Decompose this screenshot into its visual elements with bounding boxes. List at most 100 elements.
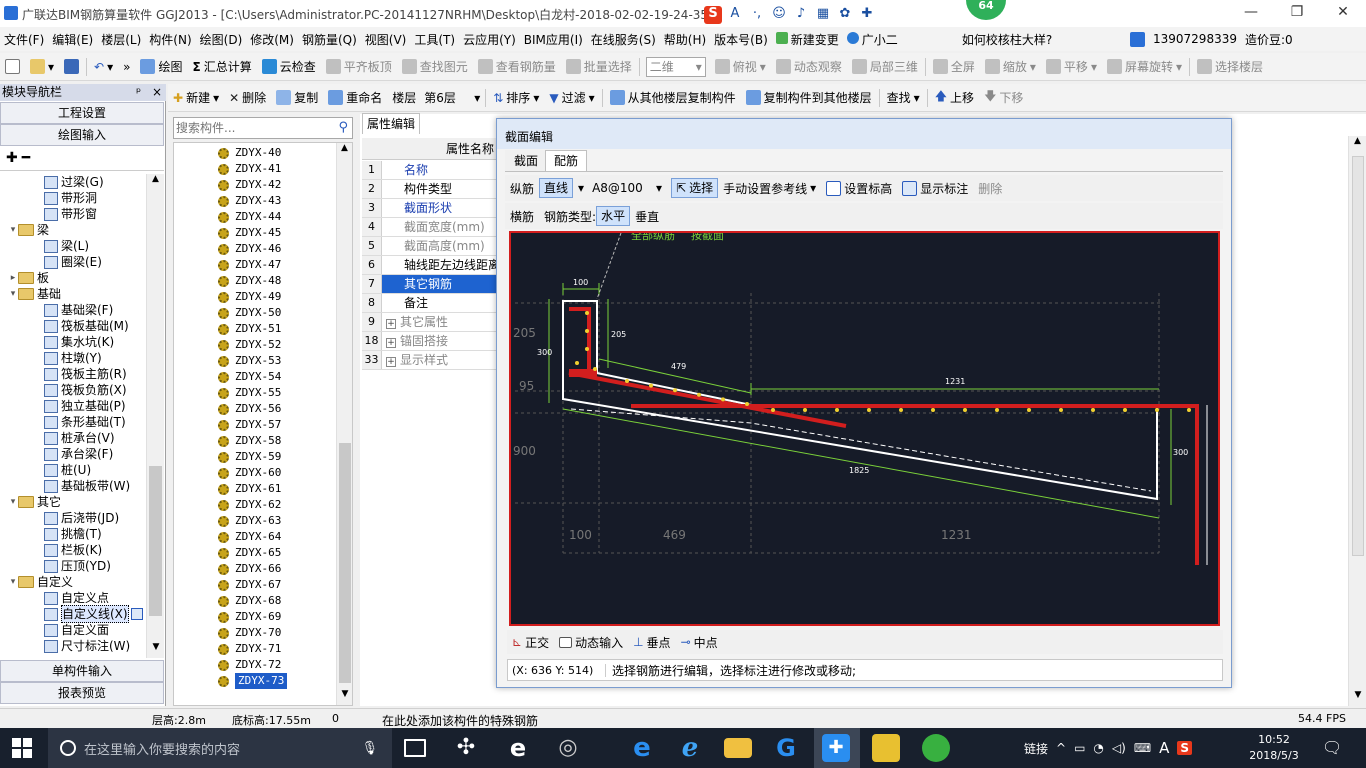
section-drawing-canvas[interactable]: 全部纵筋 按截面 100 205 205 479 1231 95 300 300… xyxy=(509,231,1220,626)
component-list-item[interactable]: ZDYX-44 xyxy=(174,209,336,225)
pinwheel-app-icon[interactable]: ✣ xyxy=(452,734,480,762)
menu-edit[interactable]: 编辑(E) xyxy=(48,31,97,48)
delete-button[interactable]: ✕ 删除 xyxy=(224,89,271,106)
rebar-spec-select[interactable]: A8@100 ▾ xyxy=(589,178,665,198)
property-row[interactable]: 18 + 锚固搭接 xyxy=(362,332,498,351)
rebar-point[interactable] xyxy=(1123,408,1127,412)
rebar-point[interactable] xyxy=(593,367,597,371)
component-list-item[interactable]: ZDYX-65 xyxy=(174,545,336,561)
rebar-point[interactable] xyxy=(867,408,871,412)
tree-item[interactable]: 自定义面 xyxy=(0,622,146,638)
tab-section[interactable]: 截面 xyxy=(505,150,548,171)
property-row[interactable]: 9 + 其它属性 xyxy=(362,313,498,332)
flat-slab-button[interactable]: 平齐板顶 xyxy=(321,58,397,75)
rebar-point[interactable] xyxy=(803,408,807,412)
scroll-thumb[interactable] xyxy=(1352,156,1364,556)
tree-item[interactable]: 压顶(YD) xyxy=(0,558,146,574)
property-row[interactable]: 5 截面高度(mm) xyxy=(362,237,498,256)
component-list-item[interactable]: ZDYX-71 xyxy=(174,641,336,657)
midpoint-button[interactable]: ⊸ 中点 xyxy=(676,634,723,651)
perpendicular-button[interactable]: ⊥ 垂点 xyxy=(628,634,675,651)
ime-mode[interactable]: A xyxy=(1159,739,1169,757)
rebar-point[interactable] xyxy=(771,408,775,412)
skin-icon[interactable]: ✿ xyxy=(836,6,854,24)
horizontal-button[interactable]: 水平 xyxy=(596,206,631,226)
dynamic-input-button[interactable]: 动态输入 xyxy=(554,634,628,651)
expand-all-icon[interactable]: ✚ xyxy=(6,150,18,166)
taskbar-search[interactable]: 在这里输入你要搜索的内容 🎙 xyxy=(48,728,392,768)
clock[interactable]: 10:52 2018/5/3 xyxy=(1246,732,1302,764)
component-list-item[interactable]: ZDYX-47 xyxy=(174,257,336,273)
rebar-point[interactable] xyxy=(931,408,935,412)
edge-legacy-icon[interactable]: e xyxy=(504,734,532,762)
tree-item[interactable]: 筏板主筋(R) xyxy=(0,366,146,382)
rebar-point[interactable] xyxy=(585,329,589,333)
component-list-item[interactable]: ZDYX-58 xyxy=(174,433,336,449)
tree-item[interactable]: 桩承台(V) xyxy=(0,430,146,446)
property-row[interactable]: 4 截面宽度(mm) xyxy=(362,218,498,237)
menu-online[interactable]: 在线服务(S) xyxy=(587,31,660,48)
component-list-item[interactable]: ZDYX-54 xyxy=(174,369,336,385)
select-button[interactable]: ⇱ 选择 xyxy=(671,178,719,198)
copy-to-floor-button[interactable]: 复制构件到其他楼层 xyxy=(741,89,877,106)
search-icon[interactable]: ⚲ xyxy=(338,120,348,135)
component-list-item[interactable]: ZDYX-52 xyxy=(174,337,336,353)
menu-tools[interactable]: 工具(T) xyxy=(410,31,459,48)
tree-item[interactable]: 集水坑(K) xyxy=(0,334,146,350)
tree-item[interactable]: 自定义线(X) xyxy=(0,605,146,623)
minimize-button[interactable]: — xyxy=(1228,0,1274,27)
rebar-point[interactable] xyxy=(1091,408,1095,412)
component-list-item[interactable]: ZDYX-51 xyxy=(174,321,336,337)
scroll-thumb[interactable] xyxy=(149,466,162,616)
tree-item[interactable]: 挑檐(T) xyxy=(0,526,146,542)
english-mode-icon[interactable]: A xyxy=(726,6,744,24)
file-explorer-icon[interactable] xyxy=(724,738,752,758)
menu-help[interactable]: 帮助(H) xyxy=(660,31,710,48)
tree-item[interactable]: 后浇带(JD) xyxy=(0,510,146,526)
task-view-icon[interactable] xyxy=(404,739,426,757)
component-list-item[interactable]: ZDYX-73 xyxy=(174,673,336,689)
find-button[interactable]: 查找 ▾ xyxy=(882,89,925,106)
view-mode-select[interactable]: 二维 ▾ xyxy=(645,56,706,77)
swirl-app-icon[interactable]: ◎ xyxy=(554,734,582,762)
menu-bim[interactable]: BIM应用(I) xyxy=(520,31,587,48)
glodon-g-icon[interactable]: G xyxy=(772,734,800,762)
component-list-item[interactable]: ZDYX-50 xyxy=(174,305,336,321)
local-3d-button[interactable]: 局部三维 xyxy=(847,58,923,75)
component-list-item[interactable]: ZDYX-68 xyxy=(174,593,336,609)
component-list-item[interactable]: ZDYX-62 xyxy=(174,497,336,513)
section-drawing[interactable]: 全部纵筋 按截面 100 205 205 479 1231 95 300 300… xyxy=(511,233,1218,624)
component-list-item[interactable]: ZDYX-61 xyxy=(174,481,336,497)
property-row[interactable]: 1 名称 xyxy=(362,161,498,180)
rebar-point[interactable] xyxy=(575,361,579,365)
menu-component[interactable]: 构件(N) xyxy=(145,31,195,48)
tree-item[interactable]: 承台梁(F) xyxy=(0,446,146,462)
property-row[interactable]: 7 其它钢筋 xyxy=(362,275,498,294)
chevron-down-icon[interactable]: ▾ xyxy=(8,286,18,302)
single-component-button[interactable]: 单构件输入 xyxy=(0,660,164,682)
component-list-item[interactable]: ZDYX-63 xyxy=(174,513,336,529)
scroll-up-icon[interactable]: ▲ xyxy=(1349,136,1366,152)
network-icon[interactable]: ◔ xyxy=(1093,741,1103,755)
rebar-point[interactable] xyxy=(899,408,903,412)
rebar-point[interactable] xyxy=(1187,408,1191,412)
rebar-point[interactable] xyxy=(585,347,589,351)
rebar-point[interactable] xyxy=(995,408,999,412)
fullscreen-button[interactable]: 全屏 xyxy=(928,58,980,75)
property-row[interactable]: 2 构件类型 xyxy=(362,180,498,199)
volume-icon[interactable]: ◁) xyxy=(1112,741,1126,755)
ie-icon[interactable]: ℯ xyxy=(676,734,704,762)
delete-rebar-button[interactable]: 删除 xyxy=(973,180,1007,197)
close-icon[interactable]: × xyxy=(152,84,162,101)
tree-item[interactable]: 筏板负筋(X) xyxy=(0,382,146,398)
chevron-up-icon[interactable]: ^ xyxy=(1056,741,1066,755)
set-elevation-button[interactable]: 设置标高 xyxy=(821,180,897,197)
line-mode-button[interactable]: 直线 xyxy=(539,178,574,198)
tab-rebar[interactable]: 配筋 xyxy=(545,150,588,171)
tree-item[interactable]: 梁(L) xyxy=(0,238,146,254)
rebar-point[interactable] xyxy=(963,408,967,412)
component-list-scrollbar[interactable]: ▲ ▼ xyxy=(336,143,352,705)
tree-item[interactable]: 自定义点 xyxy=(0,590,146,606)
top-view-button[interactable]: 俯视 ▾ xyxy=(710,58,771,75)
scroll-down-icon[interactable]: ▼ xyxy=(147,642,165,658)
